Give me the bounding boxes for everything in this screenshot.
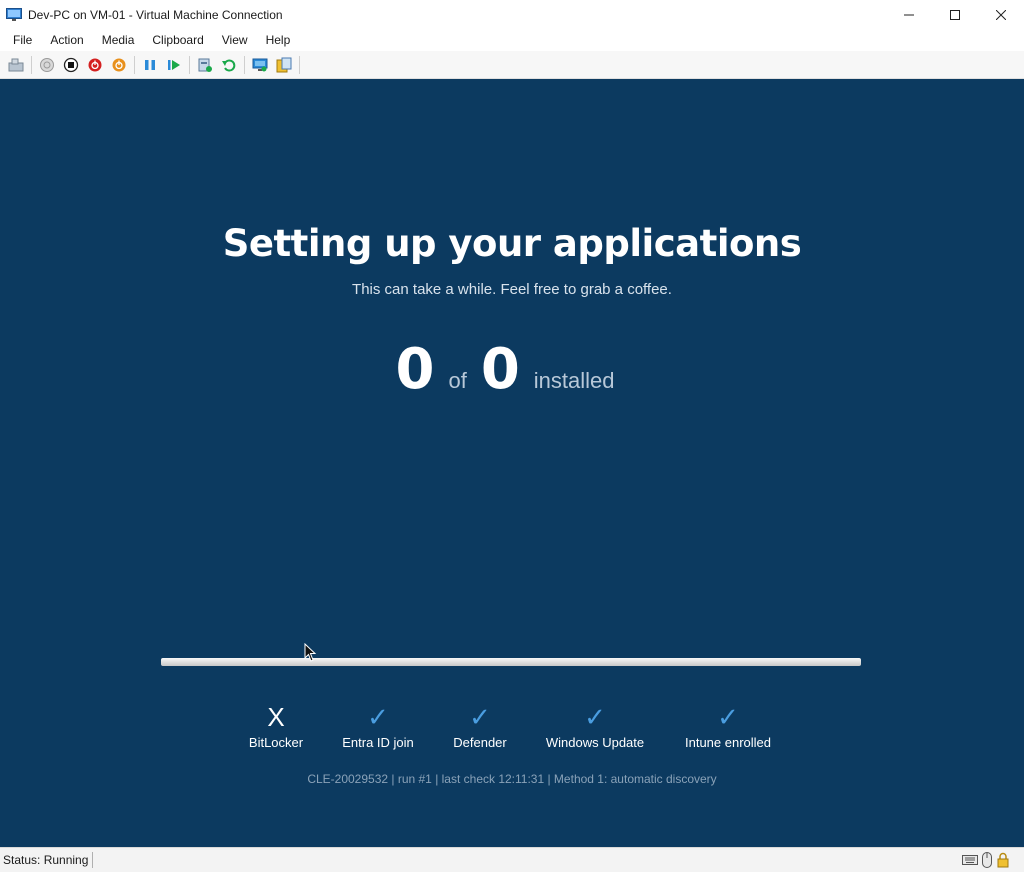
page-title: Setting up your applications xyxy=(222,222,802,265)
maximize-icon xyxy=(950,9,960,20)
page-subtitle: This can take a while. Feel free to grab… xyxy=(352,281,672,298)
mouse-icon xyxy=(982,852,992,868)
check-item-defender: ✓ Defender xyxy=(453,701,506,750)
status-bar: Status: Running xyxy=(0,847,1024,872)
installed-count: 0 xyxy=(395,337,435,402)
vm-connection-icon xyxy=(6,7,22,22)
enhanced-session-button[interactable] xyxy=(248,53,272,77)
toolbar-separator xyxy=(244,55,245,74)
progress-fill xyxy=(161,658,861,666)
diagnostic-footer: CLE-20029532 | run #1 | last check 12:11… xyxy=(307,772,717,786)
toolbar-separator xyxy=(189,55,190,74)
lock-icon xyxy=(997,852,1009,868)
check-item-entra-id-join: ✓ Entra ID join xyxy=(342,701,414,750)
enhanced-session-icon xyxy=(252,58,268,71)
title-bar: Dev-PC on VM-01 - Virtual Machine Connec… xyxy=(0,0,1024,29)
vm-display[interactable]: Setting up your applications This can ta… xyxy=(0,79,1024,847)
check-label: Windows Update xyxy=(545,735,645,750)
revert-button[interactable] xyxy=(217,53,241,77)
share-button[interactable] xyxy=(272,53,296,77)
installed-label: installed xyxy=(533,368,615,393)
progress-bar xyxy=(161,658,861,666)
shutdown-icon xyxy=(88,58,102,71)
window-title: Dev-PC on VM-01 - Virtual Machine Connec… xyxy=(28,7,283,22)
toolbar-separator xyxy=(134,55,135,74)
menu-file[interactable]: File xyxy=(0,29,41,51)
checkmark-icon: ✓ xyxy=(469,702,491,732)
resume-icon xyxy=(168,59,180,70)
save-state-button[interactable] xyxy=(107,53,131,77)
shutdown-button[interactable] xyxy=(83,53,107,77)
total-count: 0 xyxy=(480,337,520,402)
checkmark-icon: ✓ xyxy=(367,702,389,732)
start-button[interactable] xyxy=(35,53,59,77)
revert-icon xyxy=(222,59,236,71)
toolbar-separator xyxy=(299,55,300,74)
ctrl-alt-del-icon xyxy=(8,58,24,71)
toolbar-separator xyxy=(31,55,32,74)
checkmark-icon: ✓ xyxy=(584,702,606,732)
check-list: X BitLocker ✓ Entra ID join ✓ Defender ✓… xyxy=(0,701,1024,761)
check-label: Defender xyxy=(453,735,507,750)
check-item-windows-update: ✓ Windows Update xyxy=(546,701,644,750)
minimize-icon xyxy=(904,14,914,15)
share-icon xyxy=(276,57,292,72)
pause-button[interactable] xyxy=(138,53,162,77)
mouse-cursor-icon xyxy=(304,643,317,662)
check-item-intune-enrolled: ✓ Intune enrolled xyxy=(685,701,771,750)
menu-view[interactable]: View xyxy=(213,29,257,51)
checkpoint-button[interactable] xyxy=(193,53,217,77)
of-label: of xyxy=(448,368,467,393)
menu-clipboard[interactable]: Clipboard xyxy=(143,29,212,51)
close-icon xyxy=(996,9,1006,20)
menu-bar: File Action Media Clipboard View Help xyxy=(0,29,1024,51)
status-text: Status: Running xyxy=(0,852,94,868)
check-label: Intune enrolled xyxy=(684,735,772,750)
check-item-bitlocker: X BitLocker xyxy=(249,701,303,750)
minimize-button[interactable] xyxy=(886,0,932,29)
menu-media[interactable]: Media xyxy=(93,29,144,51)
install-counter: 0 of 0 installed xyxy=(0,337,1024,402)
resume-button[interactable] xyxy=(162,53,186,77)
maximize-button[interactable] xyxy=(932,0,978,29)
toolbar xyxy=(0,51,1024,79)
start-icon xyxy=(40,57,54,72)
pause-icon xyxy=(145,59,155,70)
menu-help[interactable]: Help xyxy=(257,29,300,51)
ctrl-alt-del-button[interactable] xyxy=(4,53,28,77)
fail-icon: X xyxy=(267,702,285,732)
checkmark-icon: ✓ xyxy=(717,702,739,732)
turn-off-button[interactable] xyxy=(59,53,83,77)
check-label: BitLocker xyxy=(248,735,304,750)
close-button[interactable] xyxy=(978,0,1024,29)
menu-action[interactable]: Action xyxy=(41,29,92,51)
keyboard-icon xyxy=(962,855,978,865)
check-label: Entra ID join xyxy=(342,735,414,750)
turn-off-icon xyxy=(63,57,79,72)
checkpoint-icon xyxy=(198,58,212,72)
save-icon xyxy=(112,58,126,71)
